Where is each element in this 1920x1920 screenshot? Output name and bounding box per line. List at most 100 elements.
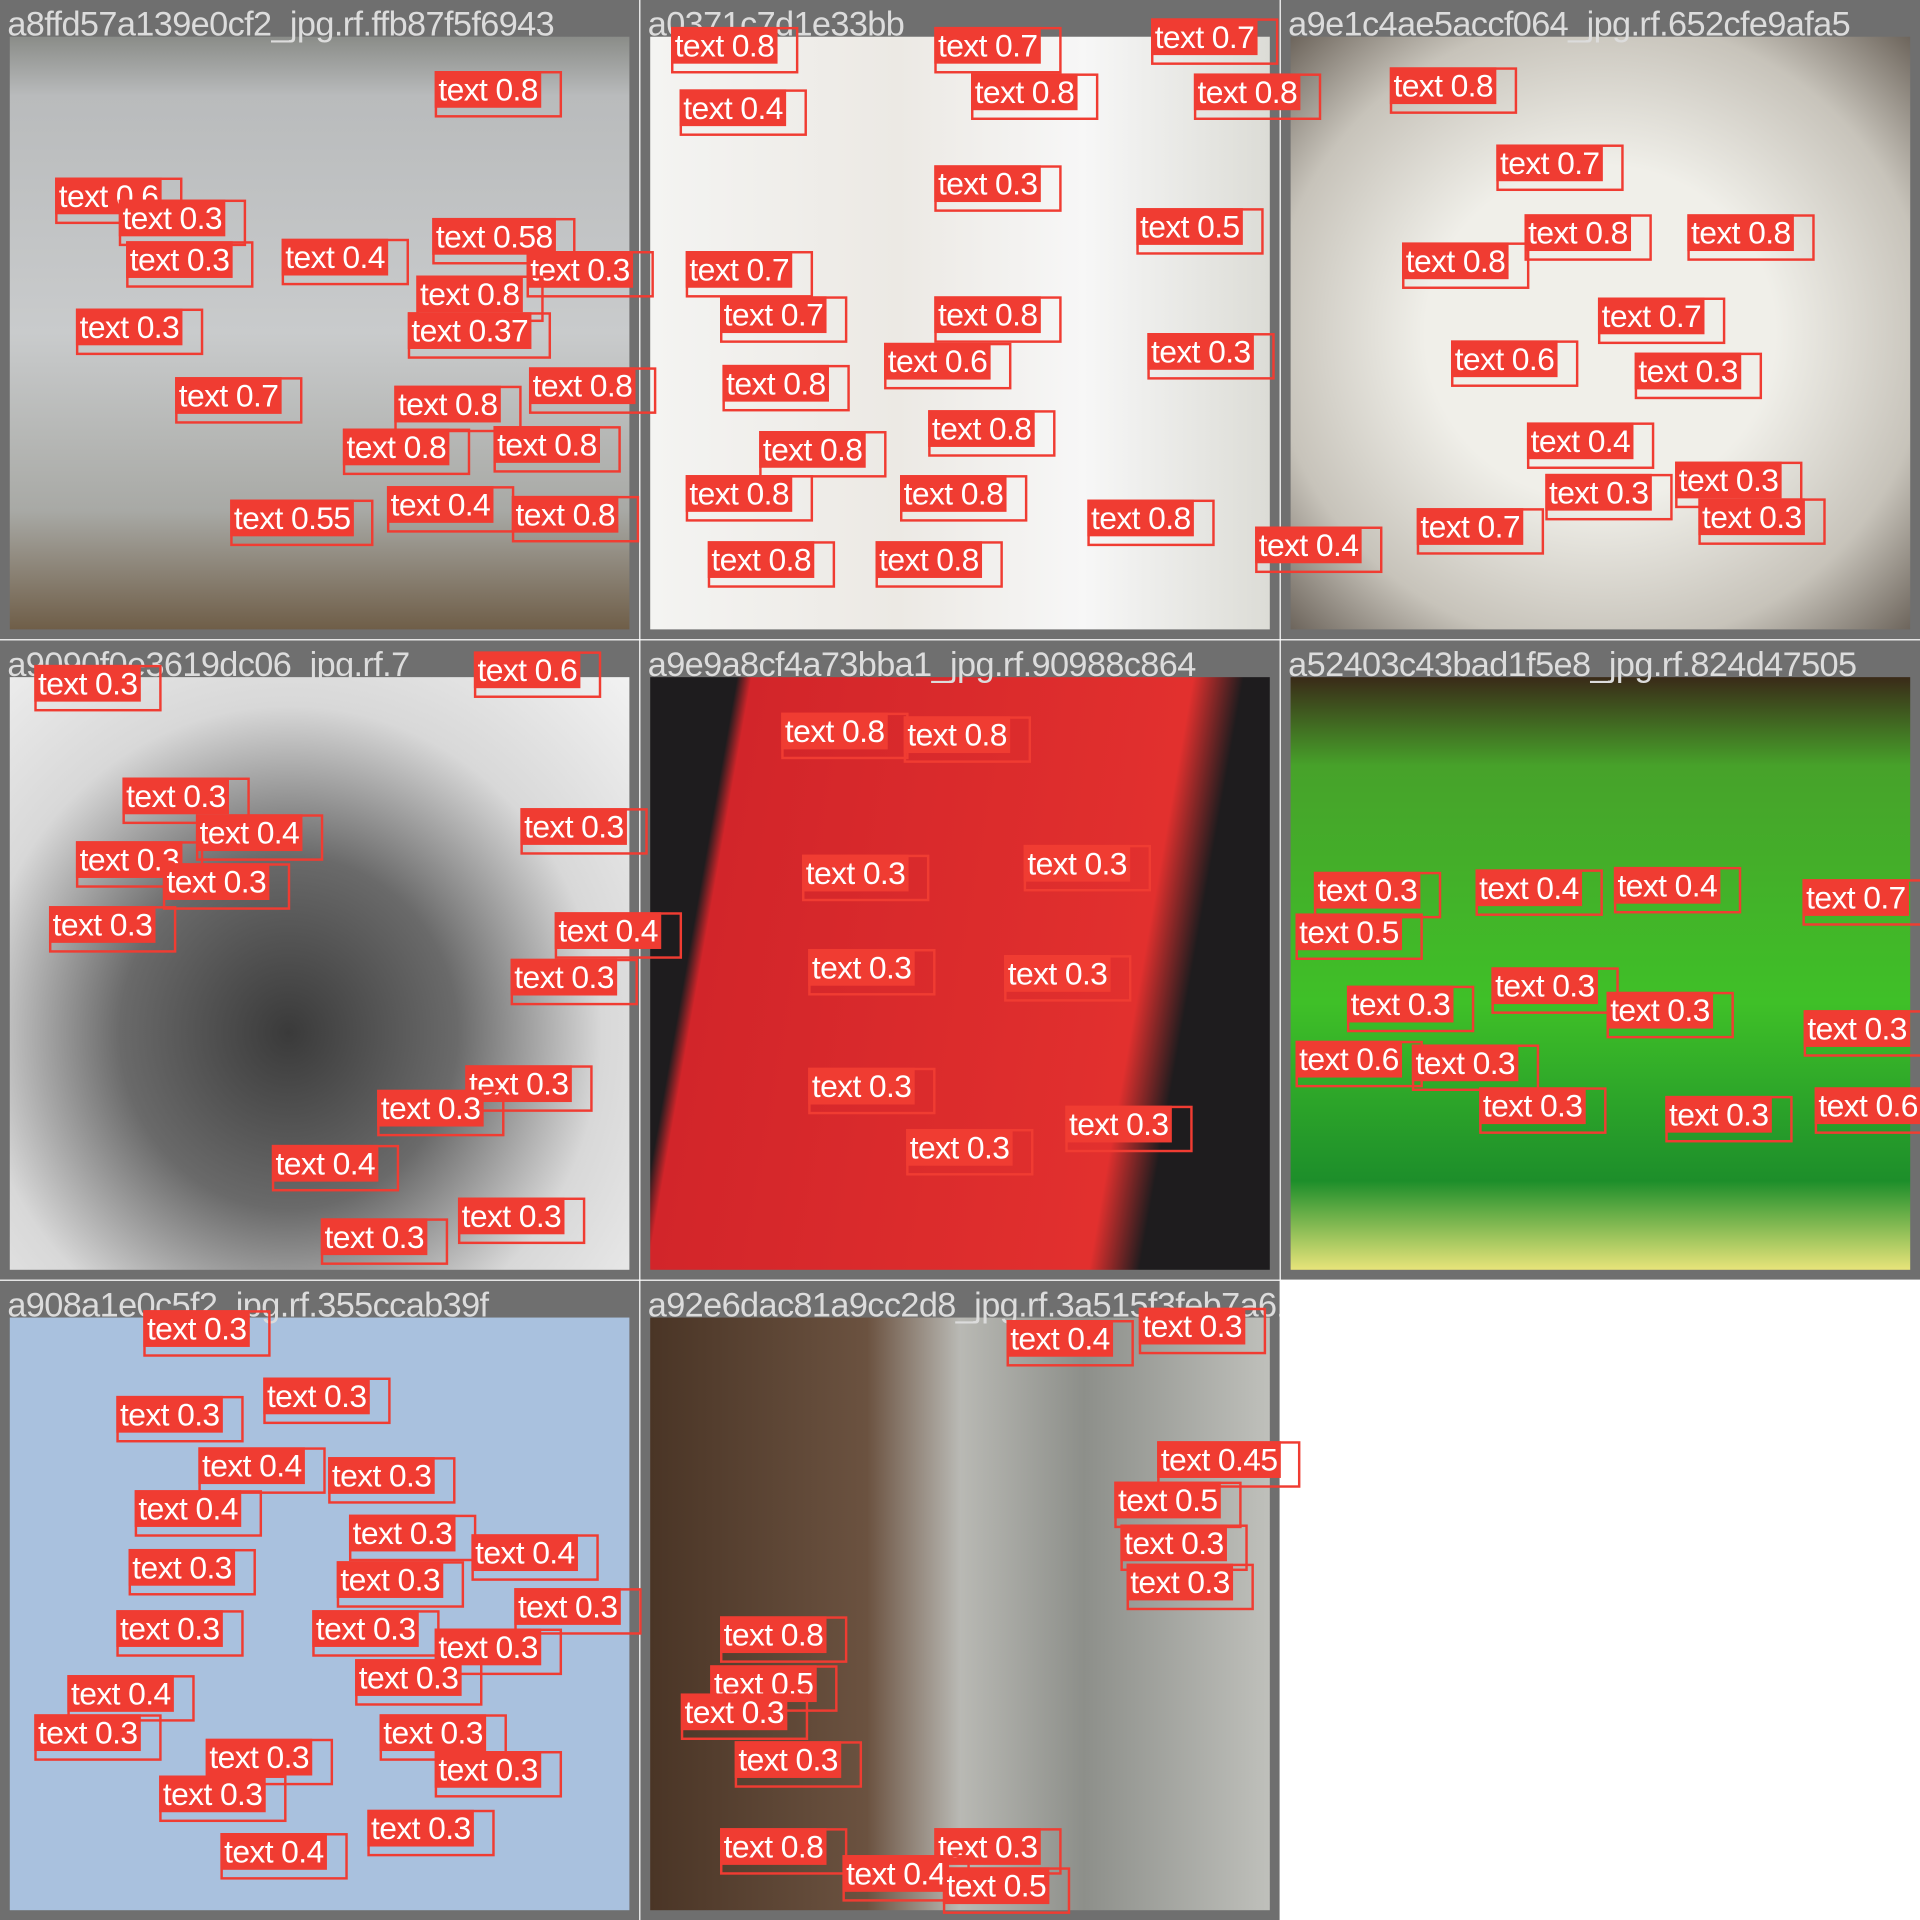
detection-label: text 0.4: [386, 486, 494, 523]
detection-box: text 0.3: [312, 1610, 440, 1657]
detection-box: text 0.3: [802, 854, 930, 902]
detection-label: text 0.3: [1634, 352, 1742, 390]
detection-box: text 0.6: [1295, 1040, 1423, 1088]
detection-box: text 0.4: [1613, 866, 1742, 914]
detection-box: text 0.3: [328, 1457, 456, 1504]
detection-label: text 0.5: [1136, 208, 1244, 245]
detection-box: text 0.8: [903, 716, 1032, 763]
detection-box: text 0.7: [175, 377, 303, 424]
detection-label: text 0.3: [336, 1561, 444, 1598]
detection-box: text 0.3: [1698, 498, 1826, 545]
detection-box: text 0.4: [220, 1833, 348, 1880]
detection-box: text 0.3: [680, 1693, 809, 1741]
tile-title: a8ffd57a139e0cf2_jpg.rf.ffb87f5f6943: [7, 4, 555, 43]
detection-box: text 0.3: [520, 808, 648, 855]
detection-label: text 0.5: [1295, 913, 1403, 951]
detection-label: text 0.8: [342, 428, 450, 466]
detection-label: text 0.6: [1295, 1040, 1403, 1078]
detection-label: text 0.8: [493, 426, 601, 463]
detection-box: text 0.8: [511, 495, 640, 543]
detection-label: text 0.3: [906, 1128, 1013, 1166]
detection-label: text 0.8: [416, 275, 524, 313]
detection-label: text 0.37: [407, 312, 532, 349]
detection-box: text 0.7: [1496, 144, 1624, 192]
detection-label: text 0.3: [1147, 333, 1255, 370]
detection-box: text 0.7: [720, 296, 848, 343]
detection-box: text 0.8: [1389, 67, 1518, 114]
detection-label: text 0.4: [134, 1490, 242, 1527]
detection-label: text 0.3: [1545, 473, 1653, 511]
detection-box: text 0.8: [900, 475, 1028, 522]
detection-box: text 0.3: [162, 863, 291, 910]
detection-label: text 0.4: [1526, 422, 1634, 460]
detection-box: text 0.3: [1065, 1105, 1193, 1153]
detection-label: text 0.4: [471, 1534, 579, 1572]
detection-box: text 0.8: [759, 431, 887, 478]
detection-label: text 0.8: [971, 73, 1078, 111]
detection-box: text 0.4: [281, 238, 409, 286]
detection-box: text 0.3: [1491, 967, 1619, 1014]
detection-box: text 0.8: [493, 426, 621, 473]
detection-label: text 0.6: [473, 651, 581, 689]
detection-box: text 0.8: [1524, 214, 1652, 261]
detection-label: text 0.4: [281, 238, 389, 276]
detection-box: text 0.8: [1087, 499, 1215, 547]
detection-label: text 0.6: [1814, 1087, 1920, 1125]
detection-box: text 0.7: [685, 251, 814, 298]
detection-label: text 0.3: [128, 1548, 236, 1586]
detection-label: text 0.4: [1006, 1320, 1114, 1357]
detection-label: text 0.3: [116, 1395, 224, 1433]
detection-box: text 0.4: [386, 486, 515, 533]
detection-label: text 0.4: [271, 1144, 379, 1182]
detection-box: text 0.8: [934, 296, 1062, 343]
detection-label: text 0.7: [175, 377, 282, 414]
detection-label: text 0.3: [328, 1457, 436, 1494]
detection-label: text 0.3: [1665, 1095, 1773, 1133]
detection-box: text 0.3: [1147, 333, 1275, 380]
detection-box: text 0.5: [1295, 913, 1423, 961]
detection-label: text 0.4: [554, 912, 662, 949]
detection-box: text 0.3: [75, 308, 204, 356]
detection-label: text 0.8: [928, 410, 1036, 447]
detection-label: text 0.3: [1138, 1307, 1246, 1345]
detection-box: text 0.3: [1411, 1044, 1540, 1092]
detection-label: text 0.3: [520, 808, 628, 845]
detection-box: text 0.37: [407, 312, 551, 359]
detection-box: text 0.4: [554, 912, 683, 959]
detection-label: text 0.55: [230, 499, 355, 537]
detection-box: text 0.3: [34, 664, 162, 712]
detection-box: text 0.3: [808, 948, 936, 996]
detection-box: text 0.3: [808, 1067, 936, 1115]
detection-box: text 0.3: [734, 1741, 863, 1788]
detection-box: text 0.55: [230, 499, 373, 547]
detection-box: text 0.8: [720, 1828, 848, 1875]
tile-title: a52403c43bad1f5e8_jpg.rf.824d47505: [1288, 645, 1857, 684]
detection-box: text 0.6: [1814, 1087, 1920, 1134]
detection-label: text 0.8: [394, 385, 502, 423]
detection-label: text 0.3: [808, 1067, 916, 1105]
detection-box: text 0.7: [1151, 18, 1279, 65]
detection-box: text 0.8: [781, 712, 909, 760]
detection-label: text 0.45: [1157, 1441, 1282, 1478]
detection-box: text 0.3: [434, 1751, 563, 1798]
detection-box: text 0.3: [510, 958, 638, 1006]
detection-box: text 0.4: [471, 1534, 599, 1581]
detection-label: text 0.3: [1803, 1010, 1911, 1047]
detection-label: text 0.3: [1479, 1087, 1587, 1125]
detection-label: text 0.4: [195, 814, 303, 852]
detection-label: text 0.3: [934, 165, 1042, 203]
detection-box: text 0.3: [159, 1775, 287, 1823]
detection-box: text 0.3: [906, 1128, 1034, 1176]
detection-label: text 0.3: [312, 1610, 420, 1647]
detection-label: text 0.5: [942, 1867, 1050, 1905]
detection-label: text 0.7: [1597, 297, 1705, 335]
tile-title: a9e9a8cf4a73bba1_jpg.rf.90988c864: [647, 645, 1197, 684]
detection-box: text 0.8: [685, 475, 814, 522]
detection-label: text 0.3: [34, 1714, 142, 1752]
detection-label: text 0.3: [118, 199, 226, 237]
detection-label: text 0.3: [367, 1809, 475, 1847]
detection-label: text 0.3: [143, 1310, 251, 1347]
detection-label: text 0.3: [263, 1377, 371, 1415]
tile-title: a9e1c4ae5accf064_jpg.rf.652cfe9afa5: [1288, 4, 1851, 43]
detection-label: text 0.3: [1023, 844, 1131, 882]
